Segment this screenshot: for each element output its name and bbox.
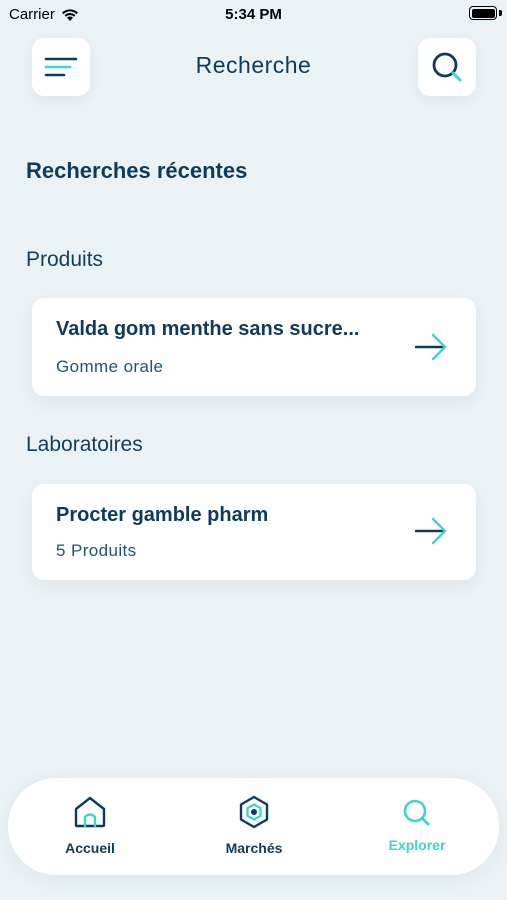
search-button[interactable] xyxy=(418,38,476,96)
card-subtitle: 5 Produits xyxy=(56,541,137,560)
home-icon xyxy=(74,796,106,828)
battery-tip xyxy=(499,10,502,16)
tab-marches[interactable]: Marchés xyxy=(174,778,334,875)
recent-search-card[interactable]: Valda gom menthe sans sucre... Gomme ora… xyxy=(32,298,476,396)
recent-search-card[interactable]: Procter gamble pharm 5 Produits xyxy=(32,484,476,580)
tab-bar: Accueil Marchés Explorer xyxy=(8,778,499,875)
card-subtitle: Gomme orale xyxy=(56,357,164,376)
arrow-right-icon[interactable] xyxy=(414,515,448,547)
section-title: Recherches récentes xyxy=(26,158,248,183)
tab-label: Accueil xyxy=(65,840,115,856)
arrow-right-icon[interactable] xyxy=(414,331,448,363)
card-title: Valda gom menthe sans sucre... xyxy=(56,318,360,340)
status-time: 5:34 PM xyxy=(225,6,282,23)
card-title: Procter gamble pharm xyxy=(56,504,269,526)
status-bar: Carrier 5:34 PM xyxy=(0,0,507,28)
tab-label: Marchés xyxy=(225,840,283,856)
search-icon xyxy=(432,52,462,82)
battery-icon xyxy=(469,6,497,20)
group-label-produits: Produits xyxy=(26,248,104,271)
hexagon-icon xyxy=(239,795,269,829)
tab-explorer[interactable]: Explorer xyxy=(337,778,497,875)
tab-label: Explorer xyxy=(388,837,446,853)
search-icon xyxy=(403,799,430,826)
header: Recherche xyxy=(0,38,507,96)
tab-accueil[interactable]: Accueil xyxy=(10,778,170,875)
group-label-laboratoires: Laboratoires xyxy=(26,433,143,456)
